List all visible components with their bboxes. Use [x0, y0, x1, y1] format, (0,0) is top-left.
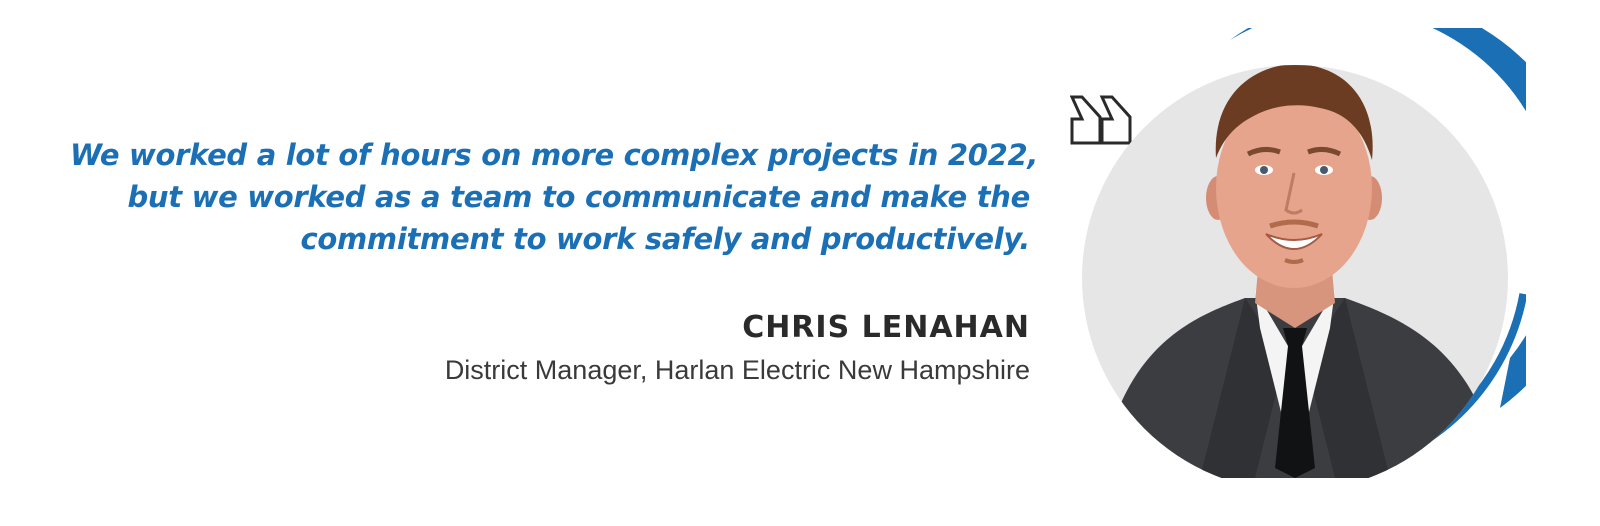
- quote-text: We worked a lot of hours on more complex…: [70, 134, 1039, 260]
- quote-line: commitment to work safely and productive…: [300, 222, 1030, 256]
- quote-line: but we worked as a team to communicate a…: [127, 180, 1030, 214]
- quote-line: We worked a lot of hours on more complex…: [70, 138, 1039, 172]
- author-name: CHRIS LENAHAN: [742, 310, 1030, 345]
- author-portrait: [1080, 28, 1526, 478]
- author-title: District Manager, Harlan Electric New Ha…: [444, 355, 1030, 385]
- testimonial-card: We worked a lot of hours on more complex…: [0, 0, 1600, 526]
- quote-block: We worked a lot of hours on more complex…: [70, 134, 1039, 388]
